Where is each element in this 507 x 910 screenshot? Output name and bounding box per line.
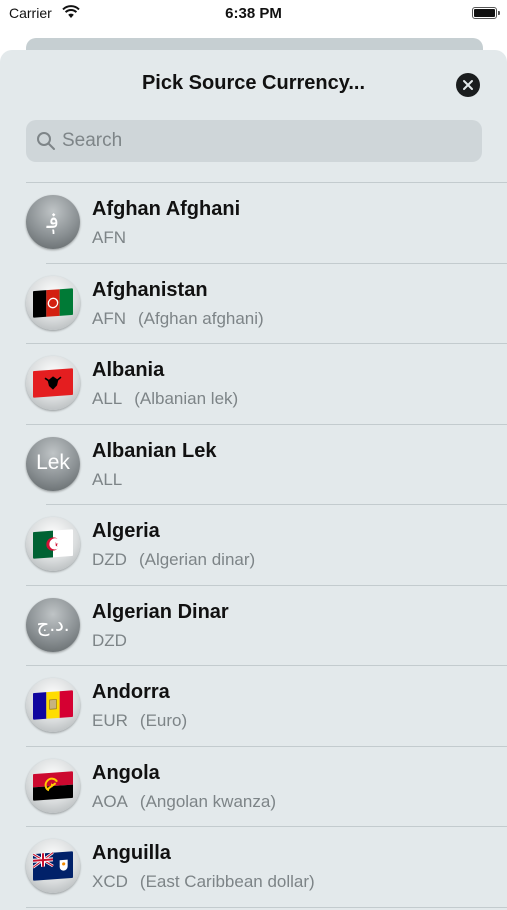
country-name: Angola (92, 761, 160, 784)
currency-code-line: AFN (Afghan afghani) (92, 309, 264, 329)
algeria-flag-icon (26, 517, 80, 571)
currency-code: ALL (92, 469, 123, 489)
currency-code-line: AOA (Angolan kwanza) (92, 792, 276, 812)
currency-name: Albanian Lek (92, 439, 217, 462)
list-item[interactable]: Afghanistan AFN (Afghan afghani) (0, 264, 507, 344)
battery-icon (472, 7, 500, 19)
currency-full-name: (Albanian lek) (134, 389, 239, 408)
currency-code-line: DZD (92, 631, 127, 651)
dinar-symbol-icon: د.ج. (26, 597, 80, 652)
currency-code: EUR (92, 711, 128, 730)
list-item[interactable]: Andorra EUR (Euro) (0, 666, 507, 747)
list-item[interactable]: د.ج. Algerian Dinar DZD (0, 586, 507, 666)
currency-code: ALL (92, 389, 123, 408)
anguilla-flag-icon (26, 839, 80, 893)
currency-code-line: ALL (Albanian lek) (92, 389, 238, 409)
currency-code-line: EUR (Euro) (92, 711, 187, 731)
afghanistan-flag-icon (26, 275, 80, 330)
currency-code: AFN (92, 308, 126, 328)
lek-symbol-icon: Lek (26, 436, 80, 491)
albania-flag-icon (26, 356, 80, 410)
country-name: Afghanistan (92, 278, 208, 301)
list-item[interactable]: ؋ Afghan Afghani AFN (0, 183, 507, 264)
currency-code-line: AFN (92, 228, 126, 248)
country-name: Algeria (92, 520, 160, 542)
currency-code: XCD (92, 872, 128, 891)
list-item[interactable]: Lek Albanian Lek ALL (0, 425, 507, 505)
currency-full-name: (Euro) (139, 711, 188, 730)
list-item[interactable]: Angola AOA (Angolan kwanza) (0, 747, 507, 827)
close-icon (463, 80, 473, 90)
currency-name: Afghan Afghani (92, 198, 241, 220)
currency-code-line: XCD (East Caribbean dollar) (92, 872, 315, 892)
list-item[interactable]: Anguilla XCD (East Caribbean dollar) (0, 827, 507, 908)
currency-code: AOA (92, 791, 128, 811)
list-item[interactable]: Albania ALL (Albanian lek) (0, 344, 507, 425)
country-name: Albania (92, 359, 165, 381)
country-name: Anguilla (92, 842, 171, 864)
currency-full-name: (Algerian dinar) (138, 550, 256, 569)
currency-code-line: DZD (Algerian dinar) (92, 550, 255, 570)
currency-full-name: (Angolan kwanza) (139, 791, 276, 811)
currency-list: ؋ Afghan Afghani AFN Afghanistan AFN (Afg… (0, 183, 507, 908)
clock: 6:38 PM (225, 5, 282, 22)
currency-full-name: (Afghan afghani) (138, 308, 264, 328)
currency-code: AFN (92, 228, 126, 247)
sheet-title: Pick Source Currency... (141, 72, 366, 94)
andorra-flag-icon (26, 678, 80, 732)
currency-code-line: ALL (92, 470, 122, 490)
currency-name: Algerian Dinar (92, 600, 229, 623)
search-input[interactable] (62, 120, 462, 162)
angola-flag-icon (26, 758, 80, 813)
currency-code: DZD (92, 550, 127, 569)
close-button[interactable] (456, 73, 480, 97)
search-bar[interactable] (26, 120, 482, 162)
search-icon (37, 132, 55, 150)
row-divider (26, 906, 507, 908)
currency-full-name: (East Caribbean dollar) (139, 872, 315, 891)
afghani-symbol-icon: ؋ (26, 195, 80, 249)
country-name: Andorra (92, 681, 170, 703)
list-item[interactable]: Algeria DZD (Algerian dinar) (0, 505, 507, 586)
currency-code: DZD (92, 630, 127, 650)
status-bar: Carrier 6:38 PM (0, 0, 507, 30)
